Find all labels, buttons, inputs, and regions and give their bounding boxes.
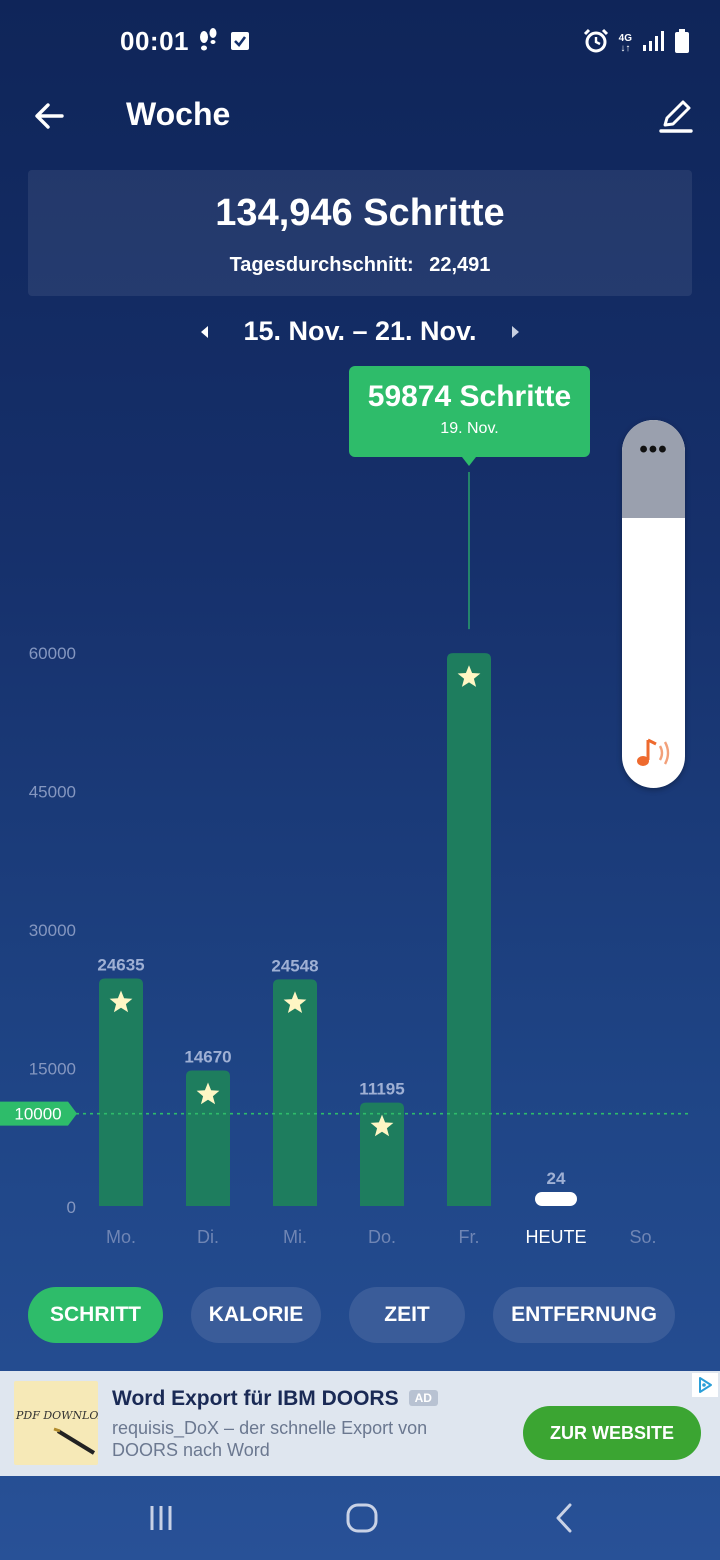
y-tick-label: 30000 <box>29 921 76 940</box>
home-icon[interactable] <box>342 1498 382 1538</box>
page-title: Woche <box>126 96 231 132</box>
tooltip-value: 59874 Schritte <box>367 380 572 413</box>
back-button[interactable] <box>30 96 70 136</box>
total-steps: 134,946 Schritte <box>215 192 505 234</box>
status-right-icons: 4G ↓↑ <box>583 28 690 59</box>
bar[interactable] <box>535 1192 577 1206</box>
tooltip-date: 19. Nov. <box>440 420 499 437</box>
bar[interactable] <box>447 653 491 1206</box>
daily-average: Tagesdurchschnitt: 22,491 <box>28 254 692 277</box>
more-icon[interactable]: ••• <box>622 438 685 462</box>
x-tick-label: Do. <box>368 1227 396 1247</box>
side-panel-header <box>622 420 685 518</box>
system-nav-bar <box>0 1476 720 1560</box>
ad-thumbnail[interactable]: PDF DOWNLOAD <box>14 1381 98 1465</box>
bar-value-label: 24635 <box>97 956 144 975</box>
ad-title[interactable]: Word Export für IBM DOORS AD <box>112 1387 438 1411</box>
arrow-left-icon <box>35 103 64 129</box>
daily-average-label: Tagesdurchschnitt: <box>229 254 414 276</box>
bar-value-label: 24 <box>547 1169 566 1188</box>
steps-bar-chart: 0 15000 30000 45000 60000 24635 14670 24548 1119… <box>0 472 690 1247</box>
metric-tabs: SCHRITT KALORIE ZEIT ENTFERNUNG <box>0 1287 720 1343</box>
bar-value-label: 11195 <box>359 1080 404 1099</box>
floating-side-panel[interactable]: ••• <box>622 420 685 788</box>
recent-apps-icon[interactable] <box>141 1498 181 1538</box>
tab-schritt[interactable]: SCHRITT <box>28 1287 163 1343</box>
ad-description: requisis_DoX – der schnelle Export von D… <box>112 1418 428 1460</box>
alarm-icon <box>583 28 609 59</box>
network-4g-icon: 4G ↓↑ <box>618 32 632 54</box>
footprints-icon <box>196 28 220 59</box>
tab-entfernung[interactable]: ENTFERNUNG <box>493 1287 675 1343</box>
daily-average-value: 22,491 <box>429 254 491 276</box>
x-tick-label: Di. <box>197 1227 219 1247</box>
caret-left-icon <box>201 326 208 338</box>
checkbox-icon <box>230 30 250 57</box>
music-note-icon[interactable] <box>634 736 674 772</box>
goal-label: 10000 <box>14 1105 61 1124</box>
status-left-icons <box>196 28 250 59</box>
next-week-button[interactable] <box>502 318 530 346</box>
signal-icon <box>642 30 664 57</box>
selected-bar-tooltip: 59874 Schritte 19. Nov. <box>349 366 590 466</box>
bar-value-label: 24548 <box>271 956 318 975</box>
tab-kalorie[interactable]: KALORIE <box>191 1287 321 1343</box>
bar[interactable] <box>273 979 317 1206</box>
battery-icon <box>674 28 690 59</box>
x-tick-label: HEUTE <box>525 1227 586 1247</box>
back-icon[interactable] <box>544 1498 584 1538</box>
tab-zeit[interactable]: ZEIT <box>349 1287 465 1343</box>
edit-button[interactable] <box>654 94 698 138</box>
y-tick-label: 45000 <box>29 783 76 802</box>
ad-choices-icon[interactable] <box>692 1373 718 1397</box>
bar[interactable] <box>99 978 143 1206</box>
y-tick-label: 0 <box>67 1198 76 1217</box>
date-range: 15. Nov. – 21. Nov. <box>243 316 477 346</box>
x-tick-label: So. <box>629 1227 656 1247</box>
bar-value-label: 14670 <box>184 1048 231 1067</box>
ad-badge: AD <box>408 1390 438 1406</box>
status-bar: 00:01 4G ↓↑ <box>0 0 720 84</box>
ad-banner[interactable]: PDF DOWNLOAD Word Export für IBM DOORSAD… <box>0 1371 720 1476</box>
previous-week-button[interactable] <box>190 318 218 346</box>
y-tick-label: 60000 <box>29 644 76 663</box>
date-navigator: 15. Nov. – 21. Nov. <box>0 312 720 352</box>
ad-cta-button[interactable]: ZUR WEBSITE <box>523 1406 701 1460</box>
status-time: 00:01 <box>120 26 189 56</box>
caret-right-icon <box>512 326 519 338</box>
x-tick-label: Mi. <box>283 1227 307 1247</box>
app-bar: Woche <box>0 84 720 148</box>
pen-icon <box>53 1427 96 1455</box>
x-tick-label: Mo. <box>106 1227 136 1247</box>
x-tick-label: Fr. <box>459 1227 480 1247</box>
y-tick-label: 15000 <box>29 1060 76 1079</box>
pencil-icon <box>659 100 693 133</box>
summary-card: 134,946 Schritte Tagesdurchschnitt: 22,4… <box>28 170 692 296</box>
